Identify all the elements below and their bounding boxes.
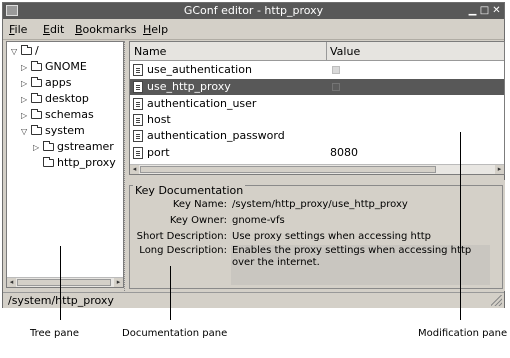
key-string-icon xyxy=(133,98,143,110)
menu-file[interactable]: File xyxy=(9,23,27,36)
callout-documentation-pane: Documentation pane xyxy=(122,328,228,339)
scroll-thumb[interactable] xyxy=(140,166,436,173)
value-checkbox[interactable] xyxy=(332,66,340,74)
column-header-name[interactable]: Name xyxy=(134,45,166,58)
pane-splitter[interactable] xyxy=(124,41,128,291)
folder-icon xyxy=(31,109,42,119)
tree-item-schemas[interactable]: ▷ schemas xyxy=(21,108,94,124)
tree-item-apps[interactable]: ▷ apps xyxy=(21,76,71,92)
menubar: File Edit Bookmarks Help xyxy=(3,19,504,40)
short-description-value: Use proxy settings when accessing http xyxy=(232,231,432,242)
table-row[interactable]: authentication_password xyxy=(130,128,504,144)
menu-edit[interactable]: Edit xyxy=(43,23,64,36)
key-owner-value: gnome-vfs xyxy=(232,215,285,226)
scroll-right-icon[interactable]: ▸ xyxy=(114,278,123,287)
key-int-icon xyxy=(133,147,143,159)
callout-line-documentation xyxy=(170,266,171,320)
gconf-editor-window: GConf editor - http_proxy ▁ □ ✕ File Edi… xyxy=(2,2,505,308)
expander-collapsed-icon[interactable]: ▷ xyxy=(21,79,31,88)
folder-open-icon xyxy=(31,125,42,135)
table-row[interactable]: use_authentication xyxy=(130,62,504,78)
menu-bookmarks[interactable]: Bookmarks xyxy=(75,23,136,36)
long-description-value: Enables the proxy settings when accessin… xyxy=(232,245,472,268)
documentation-title: Key Documentation xyxy=(133,184,246,197)
scroll-left-icon[interactable]: ◂ xyxy=(7,278,16,287)
callout-modification-pane: Modification pane xyxy=(418,328,508,339)
table-row[interactable]: host xyxy=(130,112,504,128)
documentation-pane: Key Documentation Key Name: /system/http… xyxy=(129,180,505,291)
close-icon[interactable]: ✕ xyxy=(491,5,502,16)
table-row-selected[interactable]: use_http_proxy xyxy=(130,79,504,95)
tree-item-gstreamer[interactable]: ▷ gstreamer xyxy=(33,140,114,156)
folder-open-icon xyxy=(21,45,32,55)
key-bool-icon xyxy=(133,64,143,76)
folder-icon xyxy=(31,93,42,103)
menu-help[interactable]: Help xyxy=(143,23,168,36)
tree-item-system[interactable]: ▽ system xyxy=(21,124,85,140)
modification-pane[interactable]: Name Value use_authentication use_http_p… xyxy=(129,41,505,175)
callout-tree-pane: Tree pane xyxy=(30,328,79,339)
documentation-frame: Key Documentation Key Name: /system/http… xyxy=(129,184,503,289)
tree-pane[interactable]: ▽ / ▷ GNOME ▷ apps ▷ desktop ▷ schemas ▽ syste… xyxy=(6,41,124,288)
short-description-label: Short Description: xyxy=(136,231,227,242)
key-string-icon xyxy=(133,130,143,142)
long-description-label: Long Description: xyxy=(139,245,227,256)
key-name-label: Key Name: xyxy=(172,199,227,210)
tree-horizontal-scrollbar[interactable]: ◂ ▸ xyxy=(7,277,123,287)
tree-item-root[interactable]: ▽ / xyxy=(11,44,39,60)
folder-icon xyxy=(31,77,42,87)
tree-item-http-proxy[interactable]: http_proxy xyxy=(43,156,116,172)
value-checkbox[interactable] xyxy=(332,83,340,91)
expander-expanded-icon[interactable]: ▽ xyxy=(11,47,21,56)
scroll-right-icon[interactable]: ▸ xyxy=(495,165,504,174)
table-row[interactable]: port 8080 xyxy=(130,145,504,161)
folder-icon xyxy=(43,141,54,151)
scroll-thumb[interactable] xyxy=(17,279,111,286)
key-bool-icon xyxy=(133,81,143,93)
scroll-left-icon[interactable]: ◂ xyxy=(130,165,139,174)
tree-item-desktop[interactable]: ▷ desktop xyxy=(21,92,89,108)
callout-line-tree xyxy=(60,246,61,320)
key-string-icon xyxy=(133,114,143,126)
tree-item-gnome[interactable]: ▷ GNOME xyxy=(21,60,87,76)
status-bar: /system/http_proxy xyxy=(3,292,504,308)
key-name-value: /system/http_proxy/use_http_proxy xyxy=(232,199,408,210)
title-bar[interactable]: GConf editor - http_proxy ▁ □ ✕ xyxy=(3,3,504,19)
window-title: GConf editor - http_proxy xyxy=(183,4,324,17)
key-owner-label: Key Owner: xyxy=(169,215,227,226)
list-horizontal-scrollbar[interactable]: ◂ ▸ xyxy=(130,164,504,174)
expander-collapsed-icon[interactable]: ▷ xyxy=(33,143,43,152)
folder-icon xyxy=(43,157,54,167)
column-divider[interactable] xyxy=(326,42,327,60)
callout-line-modification xyxy=(460,132,461,320)
expander-collapsed-icon[interactable]: ▷ xyxy=(21,63,31,72)
column-header-value[interactable]: Value xyxy=(330,45,360,58)
maximize-icon[interactable]: □ xyxy=(479,5,490,16)
minimize-icon[interactable]: ▁ xyxy=(467,5,478,16)
list-header: Name Value xyxy=(130,42,504,61)
resize-grip-icon[interactable] xyxy=(491,295,502,306)
expander-expanded-icon[interactable]: ▽ xyxy=(21,127,31,136)
expander-collapsed-icon[interactable]: ▷ xyxy=(21,111,31,120)
folder-icon xyxy=(31,61,42,71)
expander-collapsed-icon[interactable]: ▷ xyxy=(21,95,31,104)
table-row[interactable]: authentication_user xyxy=(130,96,504,112)
